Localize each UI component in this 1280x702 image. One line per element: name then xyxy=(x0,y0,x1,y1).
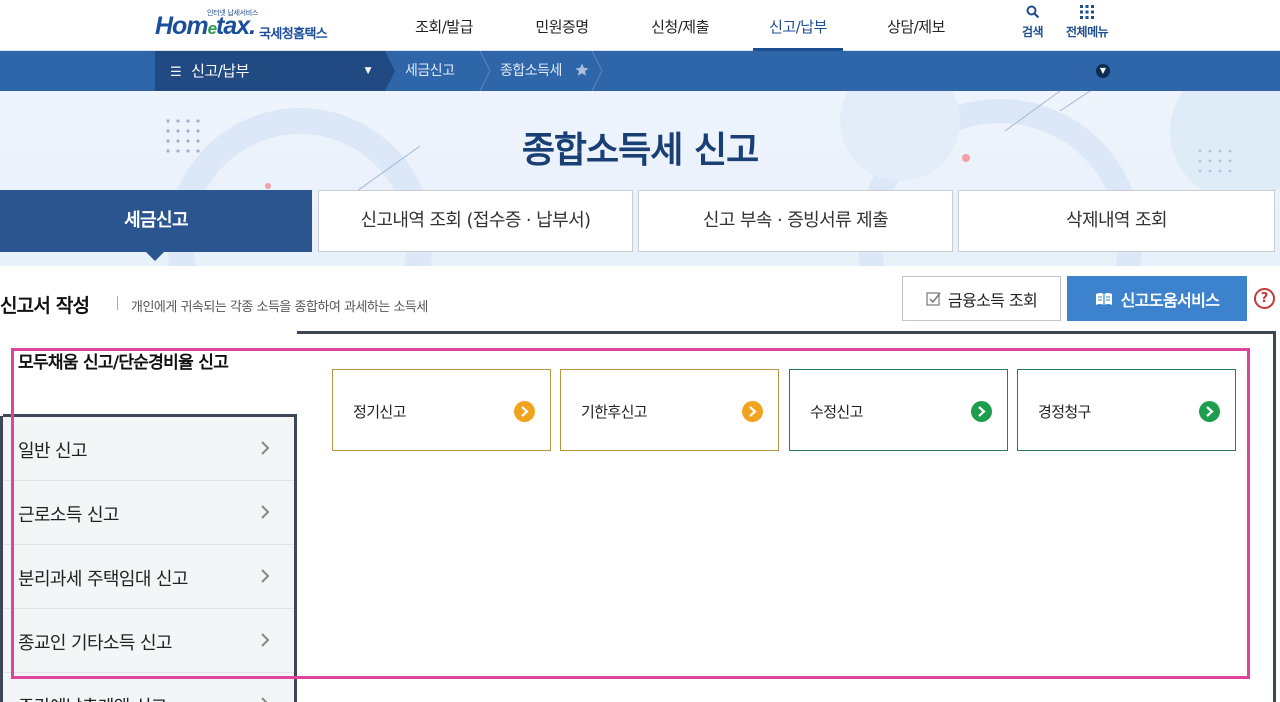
arrow-right-circle-icon xyxy=(971,401,992,422)
tab-filing-history[interactable]: 신고내역 조회 (접수증 · 납부서) xyxy=(318,190,633,252)
favorite-star-icon[interactable] xyxy=(575,63,589,77)
page-title: 종합소득세 신고 xyxy=(521,130,759,171)
logo-part2: tax. xyxy=(216,12,256,40)
sidebar: 일반 신고 근로소득 신고 분리과세 주택임대 신고 종교인 기타소득 신고 주… xyxy=(3,414,297,702)
sidebar-item-label: 주간예납추계액 신고 xyxy=(18,693,167,702)
section-title: 신고서 작성 xyxy=(0,295,90,317)
chevron-right-icon xyxy=(261,441,270,455)
breadcrumb-arrow xyxy=(385,51,395,91)
sidebar-item-autofill-label: 모두채움 신고/단순경비율 신고 xyxy=(18,353,229,373)
tab-tax-filing[interactable]: 세금신고 xyxy=(0,190,312,252)
correction-claim-card[interactable]: 경정청구 xyxy=(1017,369,1236,451)
grid-menu-icon xyxy=(1080,5,1095,19)
chevron-right-icon xyxy=(261,633,270,647)
breadcrumb-separator-icon xyxy=(591,51,603,91)
amended-filing-card[interactable]: 수정신고 xyxy=(789,369,1008,451)
arrow-right-circle-icon xyxy=(742,401,763,422)
hamburger-icon: ☰ xyxy=(170,65,182,80)
sidebar-item-interim-prepayment[interactable]: 주간예납추계액 신고 xyxy=(3,673,294,702)
book-icon xyxy=(1095,292,1112,305)
search-button[interactable]: 검색 xyxy=(1022,5,1044,40)
active-tab-pointer xyxy=(146,252,164,261)
sidebar-item-rental-income[interactable]: 분리과세 주택임대 신고 xyxy=(3,545,294,609)
breadcrumb-separator-icon xyxy=(479,51,491,91)
tab-deleted-history[interactable]: 삭제내역 조회 xyxy=(958,190,1275,252)
filing-help-service-label: 신고도움서비스 xyxy=(1120,290,1220,310)
sidebar-item-label: 분리과세 주택임대 신고 xyxy=(18,569,188,590)
hometax-logo[interactable]: 인터넷 납세서비스 Hometax. 국세청홈택스 xyxy=(155,4,345,46)
tab-attachment-submission[interactable]: 신고 부속 · 증빙서류 제출 xyxy=(638,190,953,252)
nav-item-application[interactable]: 신청/제출 xyxy=(621,0,739,51)
arrow-right-circle-icon xyxy=(514,401,535,422)
financial-income-inquiry-label: 금융소득 조회 xyxy=(947,290,1038,310)
filing-help-service-button[interactable]: 신고도움서비스 xyxy=(1067,276,1247,321)
chevron-right-icon xyxy=(261,569,270,583)
logo-wordmark: Hometax. xyxy=(155,12,256,41)
sidebar-item-earned-income[interactable]: 근로소득 신고 xyxy=(3,481,294,545)
header: 인터넷 납세서비스 Hometax. 국세청홈택스 조회/발급 민원증명 신청/… xyxy=(0,0,1280,51)
sidebar-item-label: 근로소득 신고 xyxy=(18,505,119,526)
main-nav: 조회/발급 민원증명 신청/제출 신고/납부 상담/제보 xyxy=(385,0,975,51)
nav-item-consult[interactable]: 상담/제보 xyxy=(857,0,975,51)
breadcrumb-menu-label: 신고/납부 xyxy=(191,62,249,80)
sidebar-item-label: 종교인 기타소득 신고 xyxy=(18,633,172,654)
section-description: 개인에게 귀속되는 각종 소득을 종합하여 과세하는 소득세 xyxy=(131,300,428,315)
nav-item-filing[interactable]: 신고/납부 xyxy=(739,0,857,51)
card-label: 경정청구 xyxy=(1038,403,1091,421)
logo-e: e xyxy=(207,19,218,38)
sidebar-item-general[interactable]: 일반 신고 xyxy=(3,417,294,481)
search-label: 검색 xyxy=(1022,25,1044,39)
help-question-icon[interactable]: ? xyxy=(1254,288,1275,309)
breadcrumb: ☰ 신고/납부 ▼ 세금신고 종합소득세 ▼ xyxy=(0,51,1280,91)
checkbox-edit-icon xyxy=(926,291,941,306)
breadcrumb-menu-dropdown[interactable]: ☰ 신고/납부 ▼ xyxy=(155,51,385,91)
logo-part1: Hom xyxy=(155,12,209,40)
breadcrumb-level1[interactable]: 세금신고 xyxy=(405,51,455,91)
card-label: 수정신고 xyxy=(810,403,863,421)
sidebar-item-label: 일반 신고 xyxy=(18,441,88,462)
card-label: 기한후신고 xyxy=(581,403,648,421)
card-label: 정기신고 xyxy=(353,403,406,421)
nav-item-certificate[interactable]: 민원증명 xyxy=(503,0,621,51)
caret-down-icon: ▼ xyxy=(364,66,372,76)
all-menu-button[interactable]: 전체메뉴 xyxy=(1066,5,1109,40)
chevron-right-icon xyxy=(261,697,268,702)
section-divider xyxy=(117,296,118,310)
late-filing-card[interactable]: 기한후신고 xyxy=(560,369,779,451)
tab-bar: 세금신고 신고내역 조회 (접수증 · 납부서) 신고 부속 · 증빙서류 제출… xyxy=(0,190,1280,252)
breadcrumb-level2[interactable]: 종합소득세 xyxy=(500,51,562,91)
sidebar-item-religious-income[interactable]: 종교인 기타소득 신고 xyxy=(3,609,294,673)
expand-chevron-icon[interactable]: ▼ xyxy=(1096,64,1110,78)
regular-filing-card[interactable]: 정기신고 xyxy=(332,369,551,451)
chevron-right-icon xyxy=(261,505,270,519)
nav-item-inquiry[interactable]: 조회/발급 xyxy=(385,0,503,51)
search-icon xyxy=(1026,5,1039,19)
all-menu-label: 전체메뉴 xyxy=(1066,25,1109,39)
logo-subtitle: 국세청홈택스 xyxy=(259,27,328,42)
arrow-right-circle-icon xyxy=(1199,401,1220,422)
financial-income-inquiry-button[interactable]: 금융소득 조회 xyxy=(902,276,1061,321)
